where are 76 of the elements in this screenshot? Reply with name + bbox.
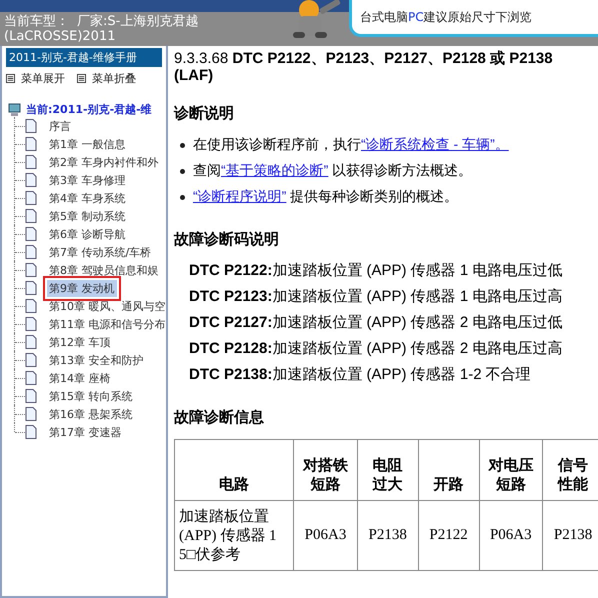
page-icon xyxy=(25,245,37,259)
bullet-text: “诊断程序说明” 提供每种诊断类别的概述。 xyxy=(193,188,458,206)
column-header: 对搭铁短路 xyxy=(294,440,358,500)
tree-item[interactable]: 第4章 车身系统 xyxy=(47,190,128,206)
bullet-text: 查阅“基于策略的诊断” 以获得诊断方法概述。 xyxy=(193,162,472,180)
page-icon xyxy=(25,389,37,403)
computer-icon xyxy=(8,102,22,116)
list-icon xyxy=(6,74,15,83)
column-header: 对电压短路 xyxy=(479,440,543,500)
page-icon xyxy=(25,425,37,439)
page-icon xyxy=(25,263,37,277)
vehicle-label: 当前车型： xyxy=(4,14,69,29)
page-icon xyxy=(25,137,37,151)
page-title: 9.3.3.68 DTC P2122、P2123、P2127、P2128 或 P2138 (LAF) xyxy=(174,50,554,84)
dtc-description: DTC P2123:加速踏板位置 (APP) 传感器 1 电路电压过高 xyxy=(188,287,564,307)
tree-item[interactable]: 第16章 悬架系统 xyxy=(47,406,134,422)
menu-button[interactable]: 菜单展开 xyxy=(6,71,65,86)
tree-item[interactable]: 第8章 驾驶员信息和娱 xyxy=(47,262,160,278)
page-icon xyxy=(25,119,37,133)
tree-item[interactable]: 第2章 车身内衬件和外 xyxy=(47,154,160,170)
tree-item[interactable]: 第14章 座椅 xyxy=(47,370,112,386)
tree-item[interactable]: 第6章 诊断导航 xyxy=(47,226,128,242)
page-icon xyxy=(25,155,37,169)
column-header: 电阻过大 xyxy=(357,440,418,500)
page-icon xyxy=(25,209,37,223)
column-header: 信号性能 xyxy=(542,440,598,500)
section-heading: 诊断说明 xyxy=(174,104,235,123)
dtc-description: DTC P2138:加速踏板位置 (APP) 传感器 1-2 不合理 xyxy=(188,365,532,385)
tree-item[interactable]: 第7章 传动系统/车桥 xyxy=(47,244,154,260)
page-icon xyxy=(25,227,37,241)
page-icon xyxy=(25,335,37,349)
tree-item[interactable]: 第3章 车身修理 xyxy=(47,172,128,188)
bullet-icon xyxy=(180,168,185,174)
dtc-description: DTC P2128:加速踏板位置 (APP) 传感器 2 电路电压过高 xyxy=(188,339,564,359)
section-heading: 故障诊断码说明 xyxy=(174,230,280,249)
manual-title: 2011-别克-君越-维修手册 xyxy=(6,48,162,67)
link[interactable]: “诊断系统检查 - 车辆”。 xyxy=(361,136,509,152)
tree-item[interactable]: 第10章 暖风、通风与空 xyxy=(47,298,166,314)
page-icon xyxy=(25,191,37,205)
column-header: 开路 xyxy=(418,440,480,500)
page-icon xyxy=(25,299,37,313)
tree-item[interactable]: 第12章 车顶 xyxy=(47,334,112,350)
page-icon xyxy=(25,353,37,367)
tree-item[interactable]: 第5章 制动系统 xyxy=(47,208,128,224)
link[interactable]: “诊断程序说明” xyxy=(193,188,286,204)
tree-item[interactable]: 第11章 电源和信号分布 xyxy=(47,316,166,332)
tree-item[interactable]: 第1章 一般信息 xyxy=(47,136,128,152)
section-heading: 故障诊断信息 xyxy=(174,408,265,427)
page-icon xyxy=(25,173,37,187)
table-cell: P06A3 xyxy=(294,500,358,570)
table-cell: P06A3 xyxy=(479,500,543,570)
page-icon xyxy=(25,407,37,421)
bullet-icon xyxy=(180,142,185,148)
tree-item[interactable]: 第9章 发动机 xyxy=(47,280,116,296)
table-cell: 加速踏板位置 (APP) 传感器 1 5□伏参考 xyxy=(174,500,294,570)
column-header: 电路 xyxy=(174,440,294,500)
dtc-description: DTC P2127:加速踏板位置 (APP) 传感器 2 电路电压过低 xyxy=(188,313,564,333)
page-icon xyxy=(25,281,37,295)
link[interactable]: “基于策略的诊断” xyxy=(221,162,328,178)
vehicle-model: (LaCROSSE)2011 xyxy=(4,29,116,44)
list-icon xyxy=(77,74,86,83)
vehicle-model: 厂家:S-上海别克君越 xyxy=(77,14,198,29)
dtc-description: DTC P2122:加速踏板位置 (APP) 传感器 1 电路电压过低 xyxy=(188,261,564,281)
tree-item[interactable]: 第13章 安全和防护 xyxy=(47,352,146,368)
tree-root[interactable]: 当前:2011-别克-君越-维 xyxy=(26,102,152,117)
bullet-icon xyxy=(180,194,185,200)
page-icon xyxy=(25,317,37,331)
bullet-text: 在使用该诊断程序前，执行“诊断系统检查 - 车辆”。 xyxy=(193,136,509,154)
page-icon xyxy=(25,371,37,385)
tree-item[interactable]: 第15章 转向系统 xyxy=(47,388,134,404)
notice-text: 台式电脑PC建议原始尺寸下浏览 xyxy=(360,8,532,26)
tree-item[interactable]: 第17章 变速器 xyxy=(47,424,124,440)
menu-button[interactable]: 菜单折叠 xyxy=(77,71,136,86)
table-cell: P2122 xyxy=(418,500,480,570)
table-cell: P2138 xyxy=(357,500,418,570)
tree-item[interactable]: 序言 xyxy=(47,118,73,134)
